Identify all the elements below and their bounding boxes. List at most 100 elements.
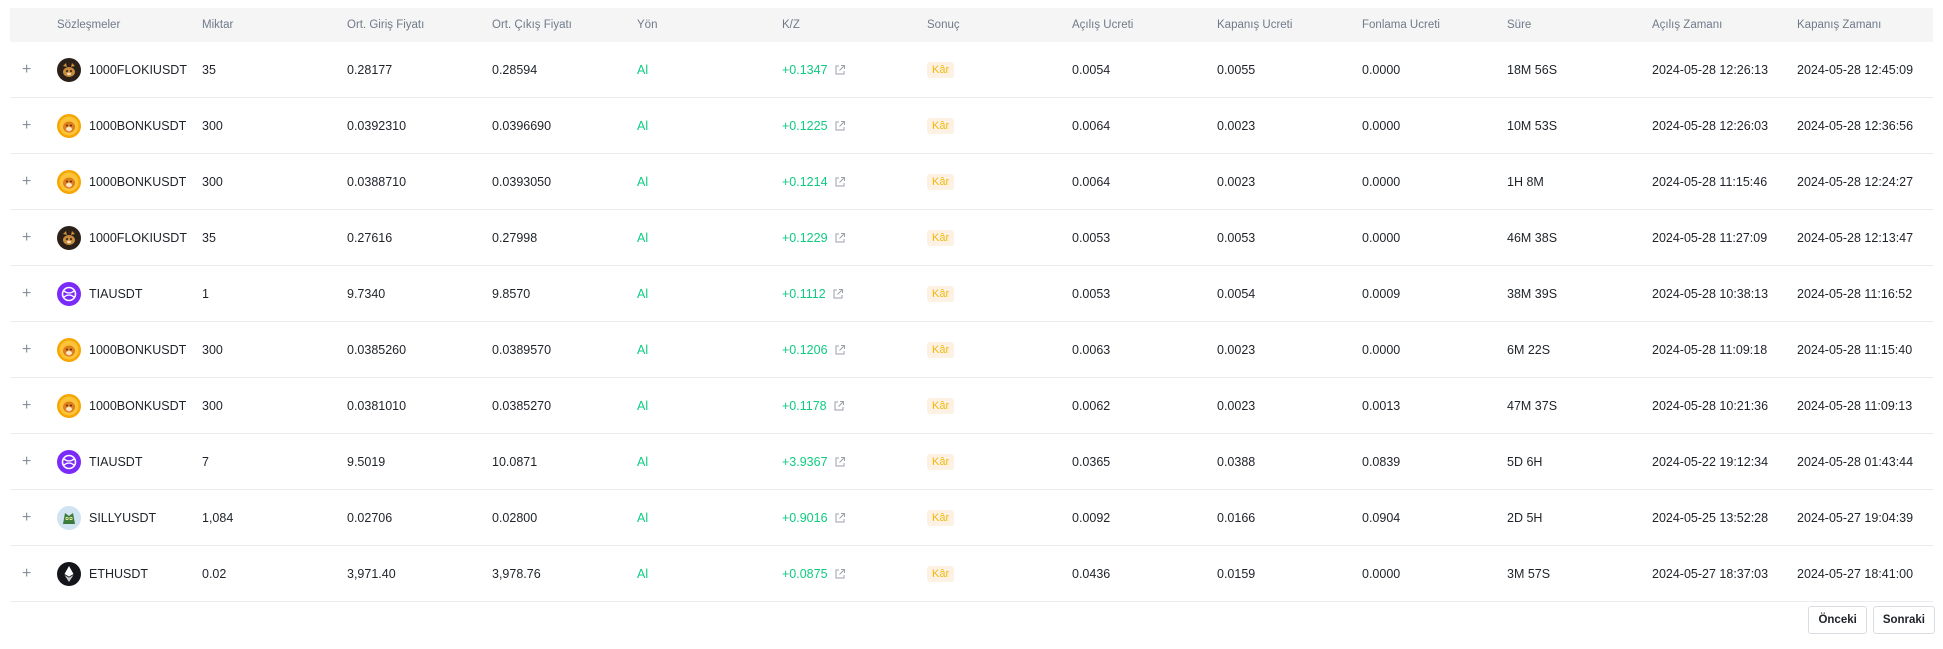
expand-row-button[interactable]: + — [10, 397, 57, 415]
funding-fee-cell: 0.0000 — [1362, 174, 1401, 189]
pnl-cell: +0.1112 — [782, 287, 927, 301]
open-time-cell: 2024-05-22 19:12:34 — [1652, 454, 1769, 469]
close-time-cell: 2024-05-27 19:04:39 — [1797, 510, 1914, 525]
open-fee-cell: 0.0063 — [1072, 342, 1111, 357]
result-cell: Kâr — [927, 397, 1072, 414]
table-row[interactable]: +1000FLOKIUSDT 35 0.27616 0.27998 Al +0.1229 K… — [10, 210, 1933, 266]
close-time-cell: 2024-05-28 12:13:47 — [1797, 230, 1914, 245]
side-cell: Al — [637, 454, 649, 469]
header-contract: Sözleşmeler — [57, 19, 121, 31]
previous-page-button[interactable]: Önceki — [1808, 606, 1867, 634]
avg-entry-price-cell: 0.28177 — [347, 62, 393, 77]
pnl-cell: +0.1225 — [782, 119, 927, 133]
close-fee-cell: 0.0166 — [1217, 510, 1256, 525]
expand-row-button[interactable]: + — [10, 285, 57, 303]
expand-row-button[interactable]: + — [10, 229, 57, 247]
status-badge: Kâr — [927, 453, 955, 470]
avg-exit-price-cell: 0.0389570 — [492, 342, 552, 357]
table-row[interactable]: +1000BONKUSDT 300 0.0381010 0.0385270 Al +0.1… — [10, 378, 1933, 434]
status-badge: Kâr — [927, 117, 955, 134]
quantity-cell: 0.02 — [202, 566, 227, 581]
close-time-cell: 2024-05-27 18:41:00 — [1797, 566, 1914, 581]
status-badge: Kâr — [927, 341, 955, 358]
avg-exit-price-cell: 0.02800 — [492, 510, 538, 525]
open-time-cell: 2024-05-28 11:27:09 — [1652, 230, 1768, 245]
close-time-cell: 2024-05-28 11:16:52 — [1797, 286, 1913, 301]
external-link-icon[interactable] — [834, 456, 846, 468]
table-row[interactable]: + ETHUSDT 0.02 3,971.40 3,978.76 Al +0.0875 Kâr… — [10, 546, 1933, 602]
external-link-icon[interactable] — [834, 344, 846, 356]
avg-entry-price-cell: 0.02706 — [347, 510, 393, 525]
header-avg-exit-price: Ort. Çıkış Fiyatı — [492, 19, 572, 31]
close-fee-cell: 0.0023 — [1217, 342, 1256, 357]
result-cell: Kâr — [927, 285, 1072, 302]
quantity-cell: 300 — [202, 398, 223, 413]
side-cell: Al — [637, 230, 649, 245]
expand-row-button[interactable]: + — [10, 117, 57, 135]
status-badge: Kâr — [927, 173, 955, 190]
avg-entry-price-cell: 9.5019 — [347, 454, 386, 469]
pnl-cell: +0.1347 — [782, 63, 927, 77]
expand-row-button[interactable]: + — [10, 509, 57, 527]
table-row[interactable]: +1000BONKUSDT 300 0.0385260 0.0389570 Al +0.1… — [10, 322, 1933, 378]
close-fee-cell: 0.0023 — [1217, 174, 1256, 189]
positions-history-table: Sözleşmeler Miktar Ort. Giriş Fiyatı Ort. Ç… — [10, 8, 1933, 602]
open-fee-cell: 0.0092 — [1072, 510, 1111, 525]
result-cell: Kâr — [927, 509, 1072, 526]
table-row[interactable]: + SILLYUSDT 1,084 0.02706 0.02800 Al +0.9016 Kâ… — [10, 490, 1933, 546]
external-link-icon[interactable] — [833, 400, 845, 412]
quantity-cell: 35 — [202, 230, 216, 245]
close-fee-cell: 0.0054 — [1217, 286, 1256, 301]
result-cell: Kâr — [927, 117, 1072, 134]
close-fee-cell: 0.0023 — [1217, 398, 1256, 413]
pnl-cell: +0.1214 — [782, 175, 927, 189]
result-cell: Kâr — [927, 173, 1072, 190]
header-quantity: Miktar — [202, 19, 234, 31]
pnl-cell: +0.0875 — [782, 567, 927, 581]
duration-cell: 46M 38S — [1507, 230, 1558, 245]
contract-symbol: TIAUSDT — [89, 454, 143, 469]
contract-symbol: 1000BONKUSDT — [89, 118, 187, 133]
bonk-coin-icon — [57, 393, 81, 418]
quantity-cell: 300 — [202, 342, 223, 357]
close-time-cell: 2024-05-28 11:15:40 — [1797, 342, 1913, 357]
table-row[interactable]: + TIAUSDT 7 9.5019 10.0871 Al +3.9367 Kâr 0.0365… — [10, 434, 1933, 490]
external-link-icon[interactable] — [834, 512, 846, 524]
external-link-icon[interactable] — [834, 64, 846, 76]
pnl-cell: +0.9016 — [782, 511, 927, 525]
contract-cell: 1000BONKUSDT — [57, 169, 202, 194]
avg-exit-price-cell: 0.0393050 — [492, 174, 552, 189]
side-cell: Al — [637, 398, 649, 413]
contract-symbol: SILLYUSDT — [89, 510, 157, 525]
expand-row-button[interactable]: + — [10, 173, 57, 191]
external-link-icon[interactable] — [834, 568, 846, 580]
pagination: Önceki Sonraki — [1808, 606, 1935, 634]
expand-row-button[interactable]: + — [10, 565, 57, 583]
header-duration: Süre — [1507, 19, 1532, 31]
result-cell: Kâr — [927, 229, 1072, 246]
open-fee-cell: 0.0365 — [1072, 454, 1111, 469]
pnl-value: +0.1347 — [782, 62, 828, 77]
expand-row-button[interactable]: + — [10, 61, 57, 79]
next-page-button[interactable]: Sonraki — [1872, 606, 1935, 634]
header-pnl: K/Z — [782, 19, 800, 31]
quantity-cell: 1,084 — [202, 510, 234, 525]
external-link-icon[interactable] — [834, 120, 846, 132]
header-open-time: Açılış Zamanı — [1652, 19, 1723, 31]
result-cell: Kâr — [927, 61, 1072, 78]
table-row[interactable]: +1000FLOKIUSDT 35 0.28177 0.28594 Al +0.1347 K… — [10, 42, 1933, 98]
external-link-icon[interactable] — [834, 232, 846, 244]
header-open-fee: Açılış Ücreti — [1072, 19, 1134, 31]
expand-row-button[interactable]: + — [10, 341, 57, 359]
contract-symbol: TIAUSDT — [89, 286, 143, 301]
external-link-icon[interactable] — [832, 288, 844, 300]
table-row[interactable]: +1000BONKUSDT 300 0.0392310 0.0396690 Al +0.1… — [10, 98, 1933, 154]
external-link-icon[interactable] — [834, 176, 846, 188]
table-row[interactable]: +1000BONKUSDT 300 0.0388710 0.0393050 Al +0.1… — [10, 154, 1933, 210]
avg-exit-price-cell: 9.8570 — [492, 286, 531, 301]
avg-exit-price-cell: 0.28594 — [492, 62, 538, 77]
open-time-cell: 2024-05-28 12:26:13 — [1652, 62, 1769, 77]
table-row[interactable]: + TIAUSDT 1 9.7340 9.8570 Al +0.1112 Kâr 0.0053 0… — [10, 266, 1933, 322]
pnl-value: +0.9016 — [782, 510, 828, 525]
expand-row-button[interactable]: + — [10, 453, 57, 471]
